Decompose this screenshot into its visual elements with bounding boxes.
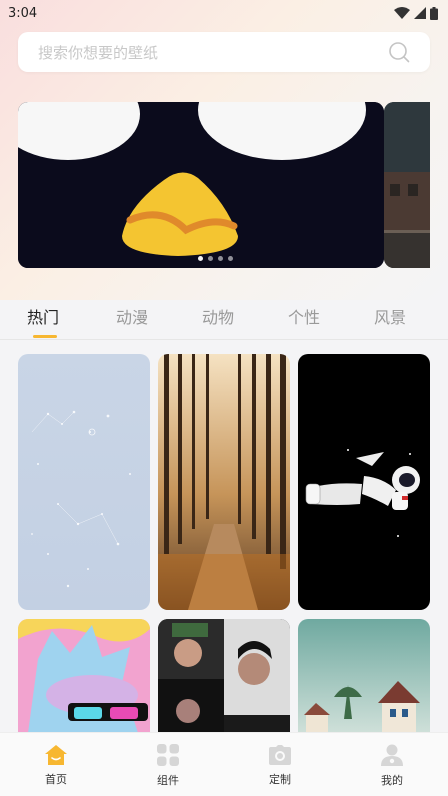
tab-personality[interactable]: 个性 xyxy=(288,304,320,328)
profile-icon xyxy=(381,744,403,766)
widgets-icon xyxy=(157,743,179,766)
wifi-icon xyxy=(394,7,410,19)
wallpaper-image xyxy=(18,619,150,733)
bottom-navigation: 首页 组件 定制 我的 xyxy=(0,732,448,796)
wallpaper-image xyxy=(298,354,430,610)
pagination-dot xyxy=(218,256,223,261)
nav-customize[interactable]: 定制 xyxy=(224,733,336,796)
banner-preview-image xyxy=(384,102,430,268)
nav-profile-label: 我的 xyxy=(381,773,403,787)
active-tab-indicator xyxy=(33,335,57,338)
battery-icon xyxy=(430,6,438,20)
tab-scenery[interactable]: 风景 xyxy=(374,304,406,328)
banner-slide[interactable] xyxy=(18,102,384,268)
wallpaper-card-astronaut[interactable] xyxy=(298,354,430,610)
nav-home[interactable]: 首页 xyxy=(0,733,112,796)
pagination-dot xyxy=(198,256,203,261)
next-banner-preview[interactable] xyxy=(384,102,430,268)
wallpaper-image xyxy=(158,354,290,610)
tab-anime[interactable]: 动漫 xyxy=(116,304,148,328)
nav-widgets[interactable]: 组件 xyxy=(112,733,224,796)
pagination-dot xyxy=(228,256,233,261)
wallpaper-card-lakeside[interactable] xyxy=(298,619,430,733)
wallpaper-card-cartoon[interactable] xyxy=(18,619,150,733)
nav-profile[interactable]: 我的 xyxy=(336,733,448,796)
camera-icon xyxy=(269,744,291,765)
nav-widgets-label: 组件 xyxy=(157,773,179,787)
nav-customize-label: 定制 xyxy=(269,772,291,786)
wallpaper-image xyxy=(158,619,290,733)
banner-pagination xyxy=(198,256,233,261)
pagination-dot xyxy=(208,256,213,261)
wallpaper-image xyxy=(18,354,150,610)
status-time: 3:04 xyxy=(8,5,38,21)
status-bar: 3:04 xyxy=(0,0,448,26)
wallpaper-image xyxy=(298,619,430,733)
wallpaper-card-portrait[interactable] xyxy=(158,619,290,733)
search-input[interactable]: 搜索你想要的壁纸 xyxy=(18,32,430,72)
banner-image xyxy=(18,102,384,268)
signal-icon xyxy=(414,7,426,19)
nav-home-label: 首页 xyxy=(45,772,67,786)
category-tabs: 热门 动漫 动物 个性 风景 xyxy=(0,296,448,340)
tab-hot[interactable]: 热门 xyxy=(27,304,59,328)
wallpaper-card-constellation[interactable] xyxy=(18,354,150,610)
home-icon xyxy=(45,744,67,765)
tab-animals[interactable]: 动物 xyxy=(202,304,234,328)
search-placeholder: 搜索你想要的壁纸 xyxy=(38,43,159,62)
search-icon[interactable] xyxy=(388,41,410,63)
wallpaper-card-forest[interactable] xyxy=(158,354,290,610)
